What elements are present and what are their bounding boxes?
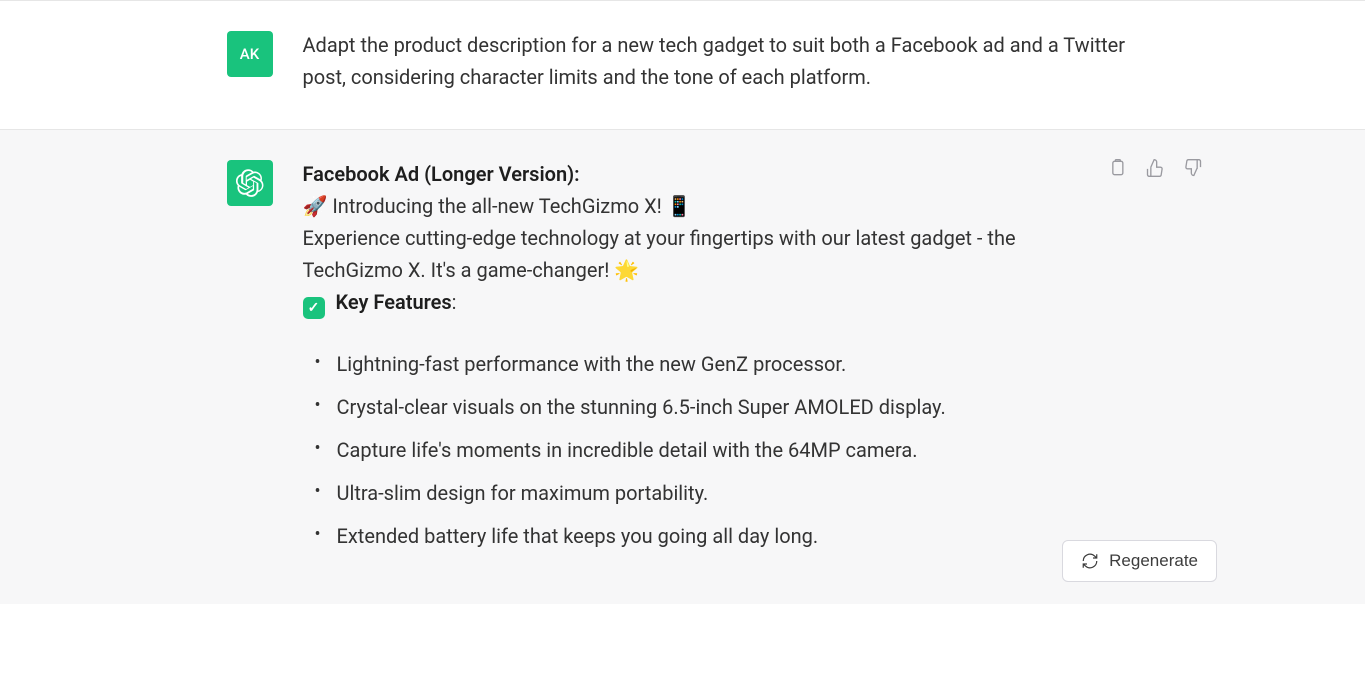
user-message-block: AK Adapt the product description for a n… [0,0,1365,129]
list-item: Crystal-clear visuals on the stunning 6.… [315,392,1107,423]
openai-logo-icon [236,169,264,197]
regenerate-button[interactable]: Regenerate [1062,540,1217,582]
user-avatar: AK [227,31,273,77]
thumbs-up-button[interactable] [1145,158,1165,178]
assistant-body: Experience cutting-edge technology at yo… [303,222,1107,286]
thumbs-down-button[interactable] [1183,158,1203,178]
copy-button[interactable] [1107,158,1127,178]
features-list: Lightning-fast performance with the new … [303,349,1107,552]
list-item: Extended battery life that keeps you goi… [315,521,1107,552]
assistant-intro-line: 🚀 Introducing the all-new TechGizmo X! 📱 [303,190,1107,222]
user-message-text: Adapt the product description for a new … [303,29,1133,93]
list-item: Lightning-fast performance with the new … [315,349,1107,380]
list-item: Capture life's moments in incredible det… [315,435,1107,466]
assistant-message-block: Facebook Ad (Longer Version): 🚀 Introduc… [0,129,1365,604]
features-label: Key Features [335,290,451,314]
regenerate-label: Regenerate [1109,551,1198,571]
refresh-icon [1081,552,1099,570]
thumbs-down-icon [1183,158,1203,178]
list-item: Ultra-slim design for maximum portabilit… [315,478,1107,509]
assistant-avatar [227,160,273,206]
thumbs-up-icon [1145,158,1165,178]
clipboard-icon [1107,158,1127,178]
message-actions [1107,158,1203,564]
assistant-heading: Facebook Ad (Longer Version): [303,162,580,186]
check-icon [303,297,325,319]
features-heading: Key Features: [303,286,1107,319]
